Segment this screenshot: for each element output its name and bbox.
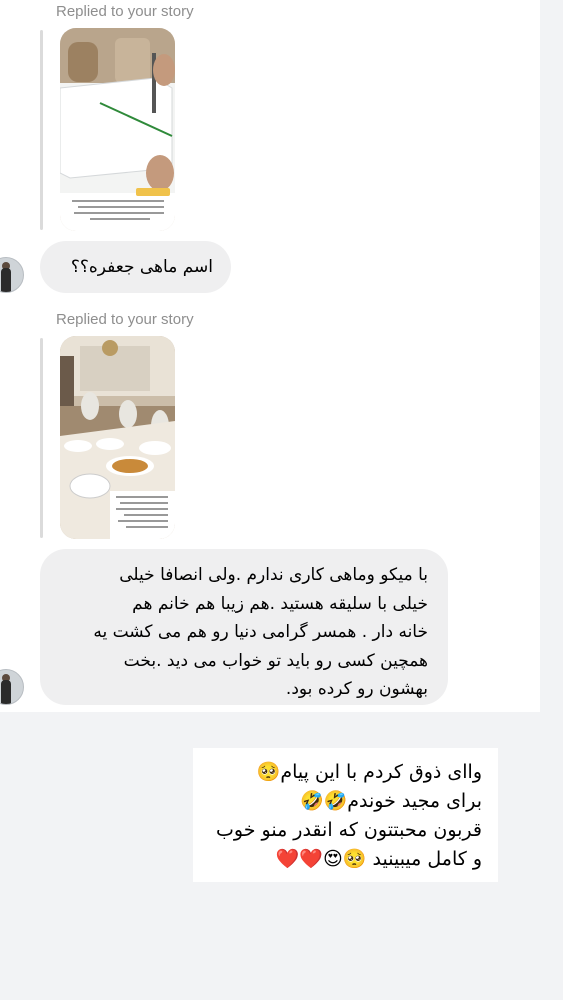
received-message-bubble: با میکو وماهی کاری ندارم .ولی انصافا خیل… xyxy=(40,549,448,705)
story-thumbnail[interactable] xyxy=(60,336,175,539)
sender-avatar[interactable] xyxy=(0,669,24,705)
replied-to-story-label: Replied to your story xyxy=(56,311,194,328)
sent-message-text: واای ذوق کردم با این پیام🥺 برای مجید خون… xyxy=(193,748,498,882)
story-image xyxy=(60,28,175,231)
replied-to-story-label: Replied to your story xyxy=(56,3,194,20)
story-thumbnail[interactable] xyxy=(60,28,175,231)
reply-quote-bar xyxy=(40,338,43,538)
chat-thread: Replied to your story اسم ماهی جعفره؟؟ R… xyxy=(0,0,540,712)
story-image xyxy=(60,336,175,539)
received-message-bubble: اسم ماهی جعفره؟؟ xyxy=(40,241,231,293)
sender-avatar[interactable] xyxy=(0,257,24,293)
reply-quote-bar xyxy=(40,30,43,230)
